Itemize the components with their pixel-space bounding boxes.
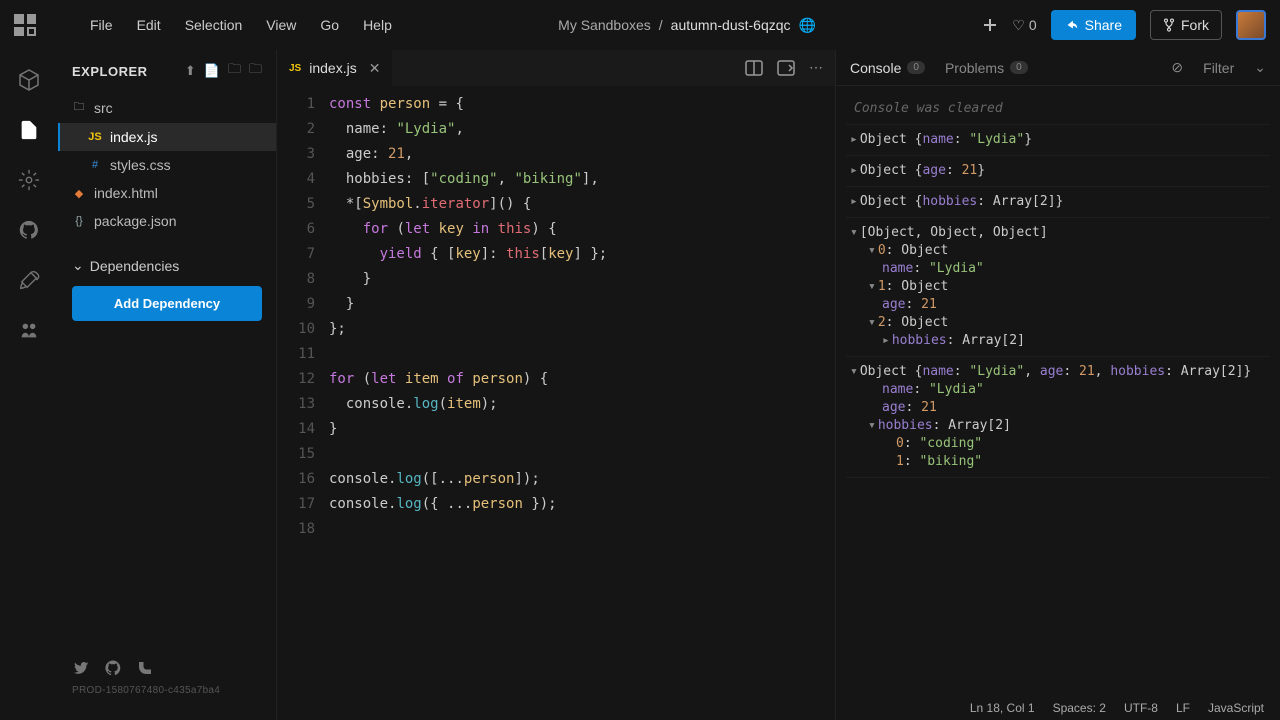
activity-live-icon[interactable] <box>17 318 41 342</box>
avatar[interactable] <box>1236 10 1266 40</box>
filter-label[interactable]: Filter <box>1203 60 1234 76</box>
new-folder-icon[interactable]: 🗀 <box>228 60 241 82</box>
activity-github-icon[interactable] <box>17 218 41 242</box>
file-package-json[interactable]: {}package.json <box>58 207 276 235</box>
new-file-icon[interactable]: 📄 <box>204 63 220 79</box>
console-output[interactable]: Console was cleared ▸Object {name: "Lydi… <box>836 86 1280 720</box>
activity-bar <box>0 50 58 720</box>
logo-icon[interactable] <box>14 14 36 36</box>
spectrum-icon[interactable] <box>136 659 154 677</box>
file-tree: 🗀src JSindex.js #styles.css ◆index.html … <box>58 92 276 235</box>
more-icon[interactable]: ⋯ <box>809 59 823 77</box>
upload-icon[interactable]: ⬆ <box>185 63 196 79</box>
js-icon: JS <box>289 63 301 74</box>
chevron-down-icon: ⌄ <box>72 257 84 274</box>
chevron-down-icon[interactable]: ⌄ <box>1254 59 1266 76</box>
build-id: PROD-1580767480-c435a7ba4 <box>72 685 262 696</box>
split-editor-icon[interactable] <box>745 59 763 77</box>
status-bar: Ln 18, Col 1 Spaces: 2 UTF-8 LF JavaScri… <box>0 696 1280 720</box>
add-dependency-button[interactable]: Add Dependency <box>72 286 262 321</box>
folder-src[interactable]: 🗀src <box>58 92 276 123</box>
menu-file[interactable]: File <box>90 17 113 33</box>
problems-tab[interactable]: Problems0 <box>945 60 1028 76</box>
code-editor[interactable]: 123456789101112131415161718 const person… <box>277 86 835 720</box>
tab-index-js[interactable]: JS index.js ✕ <box>277 50 392 86</box>
file-index-js[interactable]: JSindex.js <box>58 123 276 151</box>
sandbox-name[interactable]: autumn-dust-6qzqc <box>671 17 791 33</box>
menu-go[interactable]: Go <box>320 17 339 33</box>
main-menu: File Edit Selection View Go Help <box>90 17 392 33</box>
clear-console-icon[interactable]: ⊘ <box>1171 59 1183 76</box>
console-tab[interactable]: Console0 <box>850 60 925 76</box>
privacy-icon[interactable]: 🌐 <box>799 17 816 34</box>
menu-selection[interactable]: Selection <box>185 17 243 33</box>
eol-info[interactable]: LF <box>1176 701 1190 715</box>
file-index-html[interactable]: ◆index.html <box>58 179 276 207</box>
menu-edit[interactable]: Edit <box>137 17 161 33</box>
add-icon[interactable] <box>982 17 998 33</box>
close-tab-icon[interactable]: ✕ <box>369 60 381 77</box>
menu-help[interactable]: Help <box>363 17 392 33</box>
activity-explorer-icon[interactable] <box>17 118 41 142</box>
menu-view[interactable]: View <box>266 17 296 33</box>
twitter-icon[interactable] <box>72 659 90 677</box>
popout-icon[interactable] <box>777 59 795 77</box>
likes-button[interactable]: ♡ 0 <box>1012 17 1036 34</box>
activity-deploy-icon[interactable] <box>17 268 41 292</box>
cursor-position[interactable]: Ln 18, Col 1 <box>970 701 1035 715</box>
activity-settings-icon[interactable] <box>17 168 41 192</box>
share-button[interactable]: Share <box>1051 10 1136 40</box>
download-icon[interactable]: 🗀 <box>249 60 262 82</box>
breadcrumb: My Sandboxes / autumn-dust-6qzqc 🌐 <box>410 17 964 34</box>
explorer-title: EXPLORER <box>72 64 177 79</box>
language-mode[interactable]: JavaScript <box>1208 701 1264 715</box>
dependencies-toggle[interactable]: ⌄Dependencies <box>72 257 262 274</box>
encoding-info[interactable]: UTF-8 <box>1124 701 1158 715</box>
github-icon[interactable] <box>104 659 122 677</box>
editor-tab-bar: JS index.js ✕ ⋯ <box>277 50 835 86</box>
fork-button[interactable]: Fork <box>1150 10 1222 40</box>
indent-info[interactable]: Spaces: 2 <box>1053 701 1106 715</box>
activity-sandbox-icon[interactable] <box>17 68 41 92</box>
file-styles-css[interactable]: #styles.css <box>58 151 276 179</box>
breadcrumb-root[interactable]: My Sandboxes <box>558 17 651 33</box>
